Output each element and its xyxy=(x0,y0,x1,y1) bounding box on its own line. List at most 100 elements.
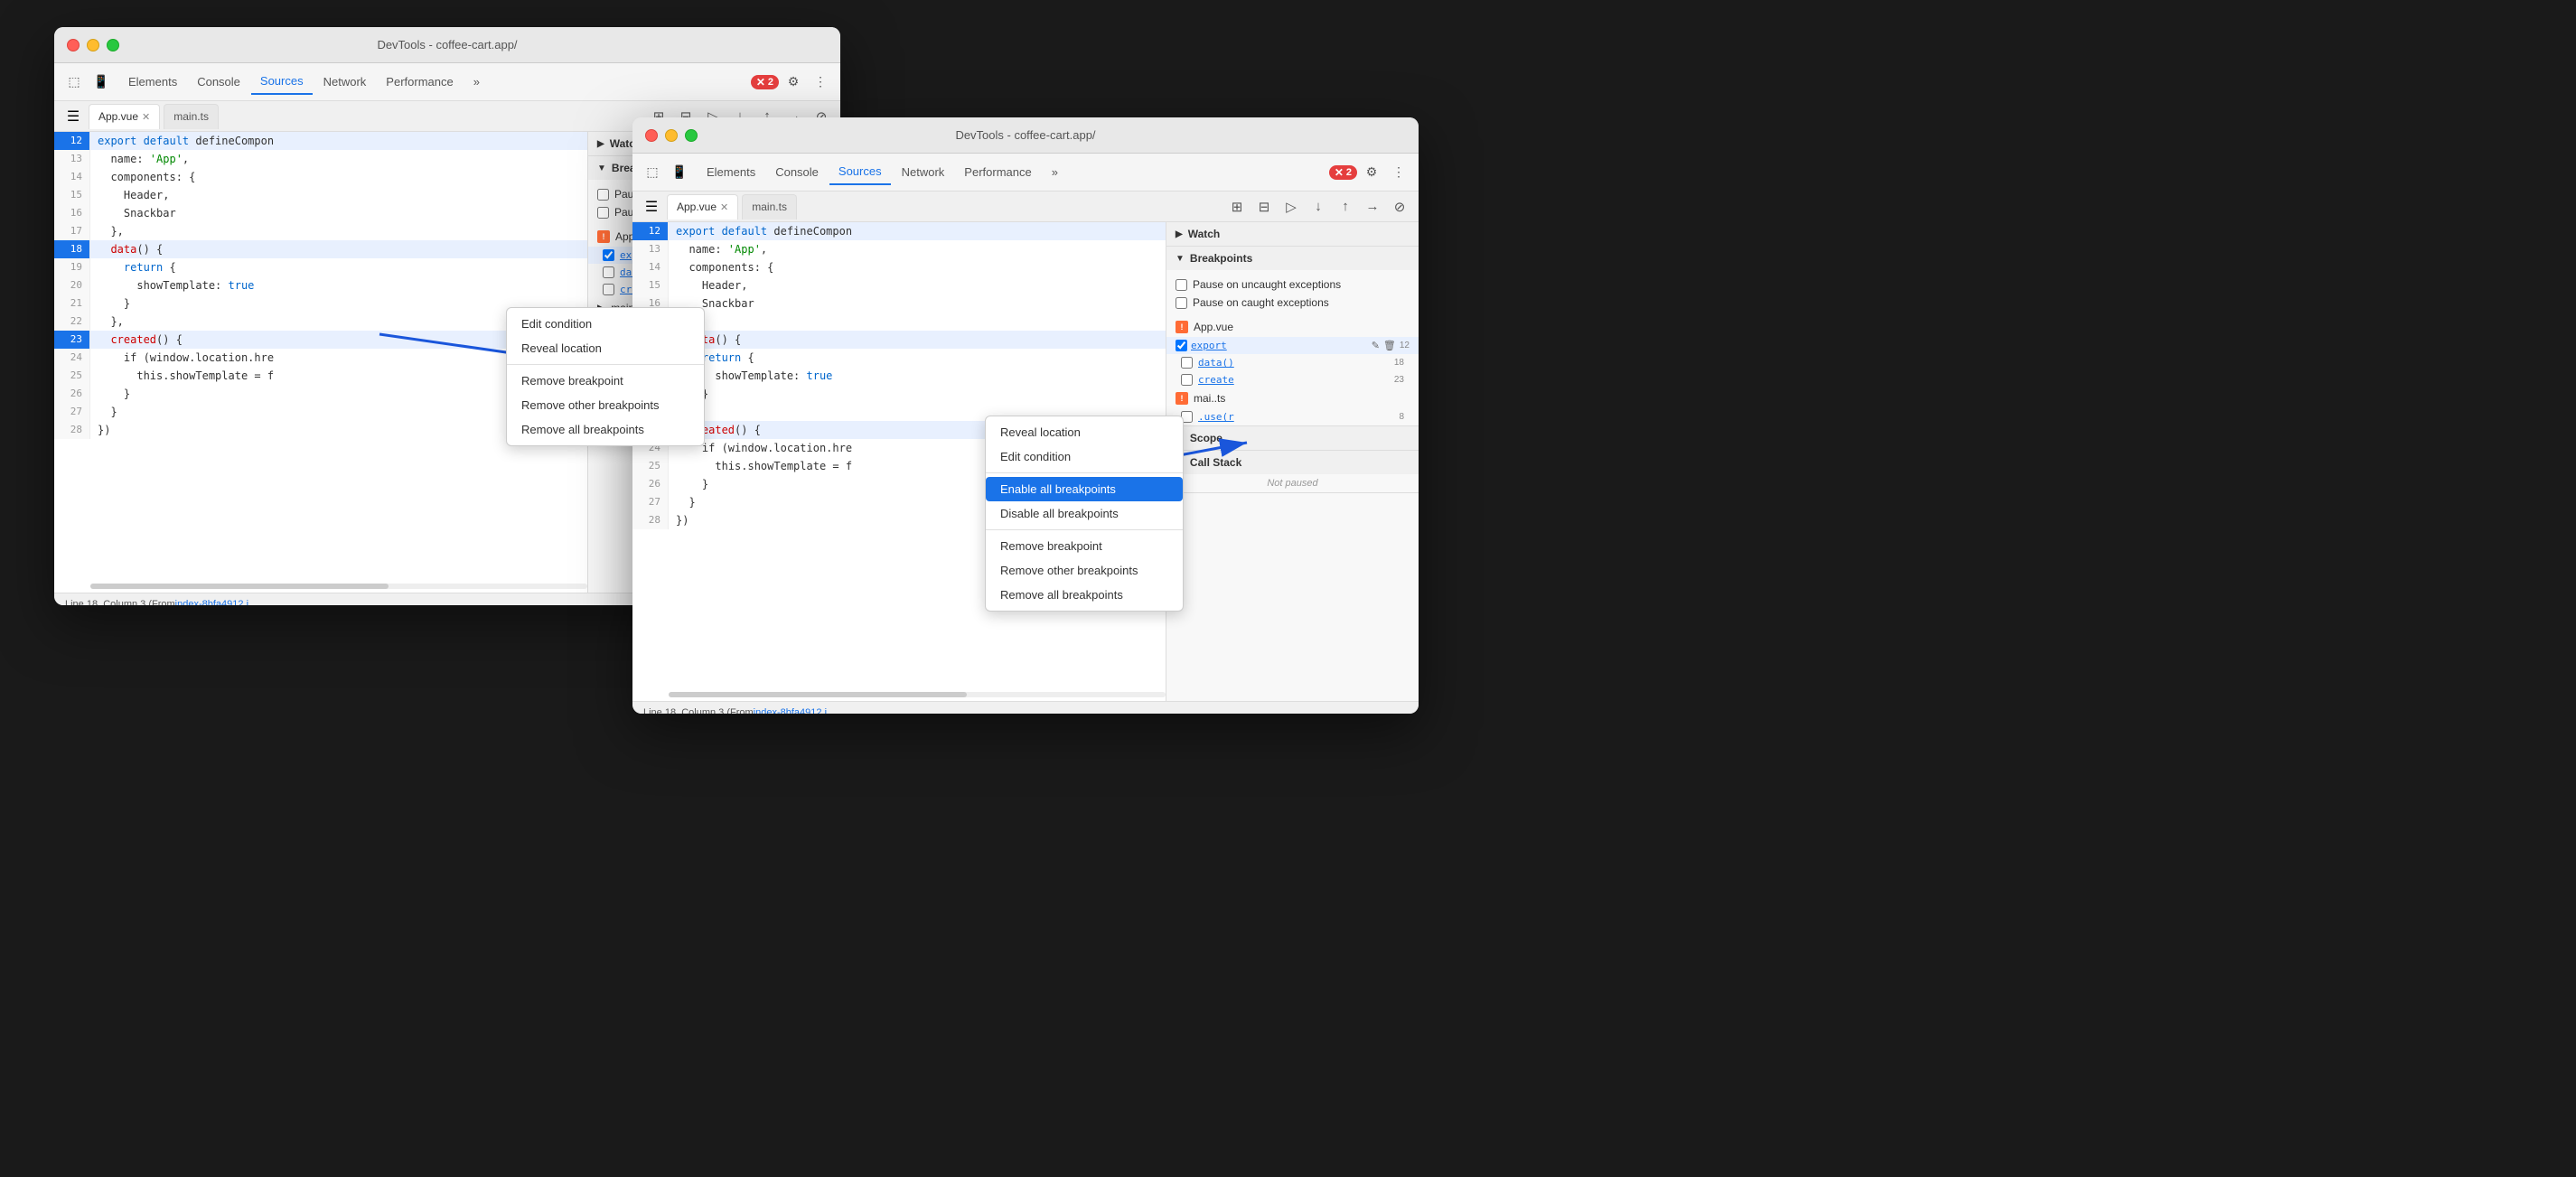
inspect-icon-2[interactable]: ⬚ xyxy=(640,160,665,185)
ctx-reveal-location-2[interactable]: Reveal location xyxy=(986,420,1183,444)
file-tab-appvue-2[interactable]: App.vue ✕ xyxy=(667,194,738,220)
tab-sources-1[interactable]: Sources xyxy=(251,70,313,95)
file-tab-maints-1[interactable]: main.ts xyxy=(164,104,219,129)
step-into-btn-2[interactable]: ↑ xyxy=(1334,195,1357,219)
code-line-17: 17 }, xyxy=(54,222,587,240)
minimize-button-1[interactable] xyxy=(87,39,99,51)
inspect-icon[interactable]: ⬚ xyxy=(61,70,87,95)
more-icon-2[interactable]: ⋮ xyxy=(1386,160,1411,185)
breakpoints-header-2[interactable]: ▼ Breakpoints xyxy=(1166,247,1419,270)
resume-btn-2[interactable]: ▷ xyxy=(1279,195,1303,219)
horizontal-scrollbar-2[interactable] xyxy=(669,692,1166,697)
ctx-remove-bp-2[interactable]: Remove breakpoint xyxy=(986,534,1183,558)
ctx-remove-all-1[interactable]: Remove all breakpoints xyxy=(507,417,704,442)
file-tab-appvue-label-2: App.vue xyxy=(677,201,717,213)
bp-icon-appvue-1: ! xyxy=(597,230,610,243)
tab-network-2[interactable]: Network xyxy=(893,160,954,185)
tab-elements-1[interactable]: Elements xyxy=(119,70,186,95)
bp-item3-checkbox-2[interactable] xyxy=(1181,374,1193,386)
settings-icon-1[interactable]: ⚙ xyxy=(781,70,806,95)
sidebar-toggle-2[interactable]: ☰ xyxy=(640,195,663,219)
more-icon-1[interactable]: ⋮ xyxy=(808,70,833,95)
step-out-btn-2[interactable]: → xyxy=(1361,195,1384,219)
tab-elements-2[interactable]: Elements xyxy=(698,160,764,185)
bp-group-maints-2: ! mai..ts xyxy=(1166,388,1419,408)
bp-item3-code-2: create xyxy=(1198,374,1234,386)
window-controls-1 xyxy=(67,39,119,51)
close-button-2[interactable] xyxy=(645,129,658,142)
step-over-btn-2[interactable]: ↓ xyxy=(1307,195,1330,219)
close-button-1[interactable] xyxy=(67,39,80,51)
device-icon[interactable]: 📱 xyxy=(89,70,114,95)
breakpoints-label-2: Breakpoints xyxy=(1190,252,1252,265)
bp-item-use-2[interactable]: .use(r 8 xyxy=(1166,408,1419,425)
callstack-label-2: Call Stack xyxy=(1190,456,1241,469)
bp-item3-2[interactable]: create 23 xyxy=(1166,371,1419,388)
bp-item1-checkbox-2[interactable] xyxy=(1176,340,1187,351)
ctx-reveal-location-1[interactable]: Reveal location xyxy=(507,336,704,360)
bp-edit-icon-2[interactable]: ✎ xyxy=(1372,340,1380,351)
bp-group-appvue-label-2: App.vue xyxy=(1194,321,1233,333)
minimize-button-2[interactable] xyxy=(665,129,678,142)
column-btn-2[interactable]: ⊟ xyxy=(1252,195,1276,219)
bp-item2-checkbox-2[interactable] xyxy=(1181,357,1193,369)
code-line-2-21: 21 } xyxy=(632,385,1166,403)
ctx-enable-all-2[interactable]: Enable all breakpoints xyxy=(986,477,1183,501)
file-tab-close-appvue-1[interactable]: ✕ xyxy=(142,111,150,123)
pause-uncaught-checkbox-2[interactable] xyxy=(1176,279,1187,291)
bp-item1-code-2: export xyxy=(1191,340,1227,351)
code-line-16: 16 Snackbar xyxy=(54,204,587,222)
tab-network-1[interactable]: Network xyxy=(314,70,376,95)
file-tab-close-appvue-2[interactable]: ✕ xyxy=(720,201,728,213)
maximize-button-1[interactable] xyxy=(107,39,119,51)
pause-caught-checkbox-2[interactable] xyxy=(1176,297,1187,309)
tab-performance-1[interactable]: Performance xyxy=(377,70,462,95)
pause-uncaught-2[interactable]: Pause on uncaught exceptions xyxy=(1176,276,1410,294)
ctx-disable-all-2[interactable]: Disable all breakpoints xyxy=(986,501,1183,526)
pause-caught-2[interactable]: Pause on caught exceptions xyxy=(1176,294,1410,312)
toggle-panel-btn-2[interactable]: ⊞ xyxy=(1225,195,1249,219)
scrollbar-thumb-1[interactable] xyxy=(90,584,389,589)
code-line-2-15: 15 Header, xyxy=(632,276,1166,294)
ctx-edit-condition-2[interactable]: Edit condition xyxy=(986,444,1183,469)
scrollbar-thumb-2[interactable] xyxy=(669,692,967,697)
callstack-header-2[interactable]: ▼ Call Stack xyxy=(1166,451,1419,474)
horizontal-scrollbar-1[interactable] xyxy=(90,584,587,589)
file-tab-maints-label-2: main.ts xyxy=(752,201,787,213)
pause-uncaught-checkbox-1[interactable] xyxy=(597,189,609,201)
status-text-2: Line 18, Column 3 (From xyxy=(643,707,754,715)
code-line-2-12: 12 export default defineCompon xyxy=(632,222,1166,240)
deactivate-btn-2[interactable]: ⊘ xyxy=(1388,195,1411,219)
ctx-edit-condition-1[interactable]: Edit condition xyxy=(507,312,704,336)
bp-delete-icon-2[interactable]: 🗑 xyxy=(1383,340,1396,351)
tab-more-2[interactable]: » xyxy=(1043,160,1067,185)
file-tab-appvue-1[interactable]: App.vue ✕ xyxy=(89,104,160,129)
devtools-toolbar-2: ⬚ 📱 Elements Console Sources Network Per… xyxy=(632,154,1419,191)
sidebar-toggle-1[interactable]: ☰ xyxy=(61,105,85,128)
ctx-remove-all-2[interactable]: Remove all breakpoints xyxy=(986,583,1183,607)
bp-item1-checkbox-1[interactable] xyxy=(603,249,614,261)
bp-item3-checkbox-1[interactable] xyxy=(603,284,614,295)
settings-icon-2[interactable]: ⚙ xyxy=(1359,160,1384,185)
tab-more-1[interactable]: » xyxy=(464,70,489,95)
status-link-2[interactable]: index-8bfa4912.j xyxy=(754,707,827,715)
code-line-19: 19 return { xyxy=(54,258,587,276)
tab-console-2[interactable]: Console xyxy=(766,160,828,185)
pause-caught-checkbox-1[interactable] xyxy=(597,207,609,219)
tab-console-1[interactable]: Console xyxy=(188,70,249,95)
scope-header-2[interactable]: ▼ Scope xyxy=(1166,426,1419,450)
ctx-remove-other-1[interactable]: Remove other breakpoints xyxy=(507,393,704,417)
tab-performance-2[interactable]: Performance xyxy=(955,160,1040,185)
status-link-1[interactable]: index-8bfa4912.j xyxy=(175,599,248,606)
bp-item2-checkbox-1[interactable] xyxy=(603,266,614,278)
bp-item1-2[interactable]: export ✎ 🗑 12 xyxy=(1166,337,1419,354)
ctx-remove-bp-1[interactable]: Remove breakpoint xyxy=(507,369,704,393)
tab-sources-2[interactable]: Sources xyxy=(829,160,891,185)
ctx-remove-other-2[interactable]: Remove other breakpoints xyxy=(986,558,1183,583)
device-icon-2[interactable]: 📱 xyxy=(667,160,692,185)
maximize-button-2[interactable] xyxy=(685,129,698,142)
watch-arrow-2: ▶ xyxy=(1176,229,1183,239)
bp-item2-2[interactable]: data() 18 xyxy=(1166,354,1419,371)
watch-header-2[interactable]: ▶ Watch xyxy=(1166,222,1419,246)
file-tab-maints-2[interactable]: main.ts xyxy=(742,194,797,220)
